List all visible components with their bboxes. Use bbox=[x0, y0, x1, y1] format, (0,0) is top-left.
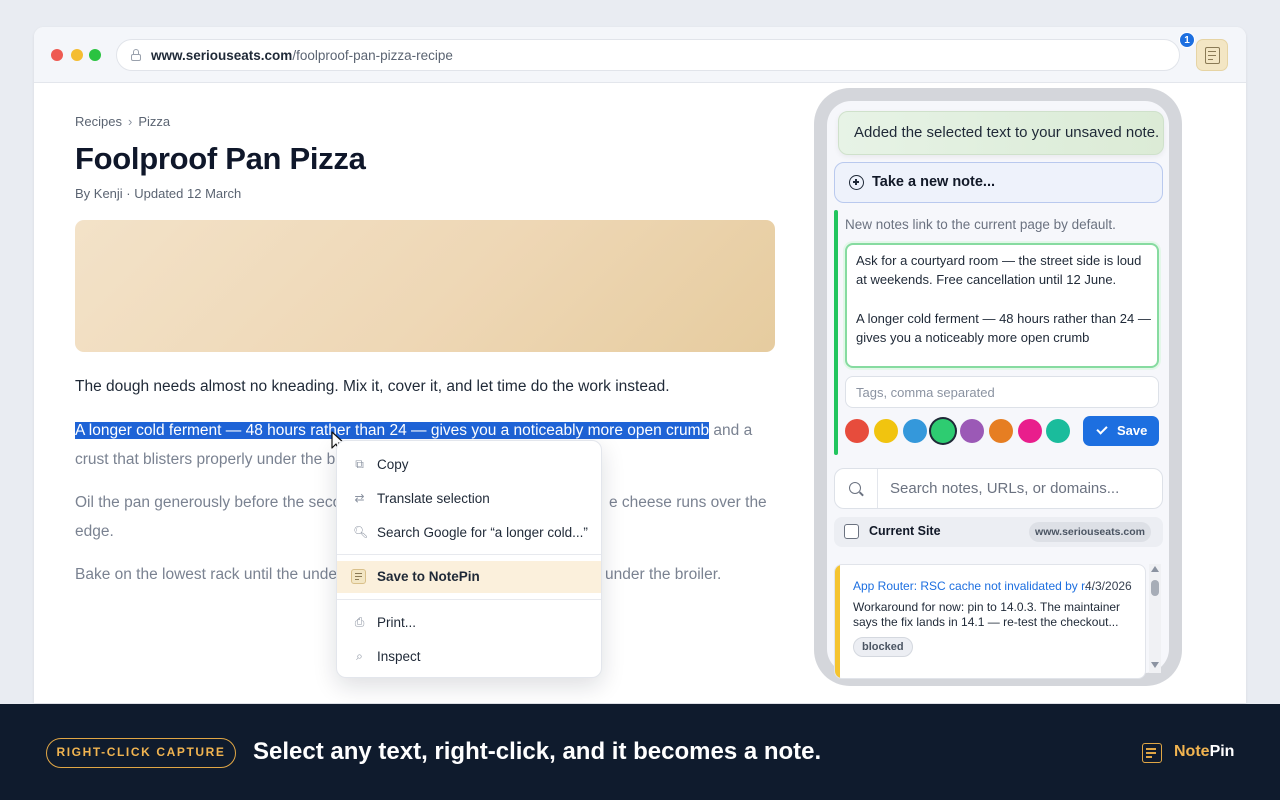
note-accent-bar bbox=[834, 210, 838, 455]
take-new-note-button[interactable]: Take a new note... bbox=[834, 162, 1163, 203]
feature-chip: RIGHT-CLICK CAPTURE bbox=[46, 738, 236, 768]
notepin-icon bbox=[1205, 47, 1220, 64]
notepin-extension-button[interactable] bbox=[1196, 39, 1228, 71]
url-path: /foolproof-pan-pizza-recipe bbox=[292, 48, 453, 63]
page-title: Foolproof Pan Pizza bbox=[75, 141, 366, 176]
popup-scrollbar[interactable] bbox=[1149, 564, 1161, 673]
note-card-date: 4/3/2026 bbox=[1085, 579, 1132, 593]
scroll-up-icon[interactable] bbox=[1151, 566, 1159, 572]
scroll-thumb[interactable] bbox=[1151, 580, 1159, 596]
search-icon: 🔍︎ bbox=[353, 525, 369, 539]
plus-circle-icon bbox=[849, 175, 864, 190]
paragraph-1: The dough needs almost no kneading. Mix … bbox=[75, 378, 670, 395]
context-menu: ⧉ Copy ⇄ Translate selection 🔍︎ Search G… bbox=[336, 440, 602, 678]
breadcrumb-recipes[interactable]: Recipes bbox=[75, 114, 122, 129]
inspect-icon: ⌕ bbox=[356, 649, 363, 663]
color-swatch-teal[interactable] bbox=[1046, 419, 1070, 443]
save-button[interactable]: Save bbox=[1083, 416, 1159, 446]
color-swatch-pink[interactable] bbox=[1018, 419, 1042, 443]
toast-message: Added the selected text to your unsaved … bbox=[838, 111, 1164, 155]
note-card-accent bbox=[835, 565, 840, 678]
byline: By Kenji · Updated 12 March bbox=[75, 186, 242, 201]
notepin-icon bbox=[351, 569, 366, 584]
current-site-checkbox[interactable] bbox=[844, 524, 859, 539]
color-swatch-blue[interactable] bbox=[903, 419, 927, 443]
note-hint: New notes link to the current page by de… bbox=[845, 217, 1116, 232]
browser-toolbar: www.seriouseats.com/foolproof-pan-pizza-… bbox=[34, 27, 1246, 83]
color-swatch-red[interactable] bbox=[845, 419, 869, 443]
breadcrumb-pizza[interactable]: Pizza bbox=[138, 114, 170, 129]
notepin-logo-icon bbox=[1142, 743, 1162, 763]
breadcrumb-separator: › bbox=[127, 114, 133, 129]
note-card-body: Workaround for now: pin to 14.0.3. The m… bbox=[853, 600, 1121, 614]
menu-item-translate[interactable]: ⇄ Translate selection bbox=[337, 483, 601, 515]
notes-search[interactable]: Search notes, URLs, or domains... bbox=[834, 468, 1163, 509]
note-card-title[interactable]: App Router: RSC cache not invalidated by… bbox=[853, 579, 1094, 593]
menu-item-copy[interactable]: ⧉ Copy bbox=[337, 449, 601, 481]
menu-item-inspect[interactable]: ⌕ Inspect bbox=[337, 641, 601, 673]
note-card-tag[interactable]: blocked bbox=[853, 637, 913, 657]
note-card-body: says the fix lands in 14.1 — re-test the… bbox=[853, 615, 1119, 629]
print-icon: ⎙ bbox=[354, 615, 365, 629]
color-swatch-purple[interactable] bbox=[960, 419, 984, 443]
translate-icon: ⇄ bbox=[354, 491, 365, 505]
hero-image bbox=[75, 220, 775, 352]
menu-item-print[interactable]: ⎙ Print... bbox=[337, 607, 601, 639]
note-textarea[interactable]: Ask for a courtyard room — the street si… bbox=[845, 243, 1159, 368]
notepin-badge: 1 bbox=[1179, 32, 1195, 48]
current-site-filter: Current Site www.seriouseats.com bbox=[834, 517, 1163, 547]
menu-divider bbox=[337, 599, 601, 600]
close-window-button[interactable] bbox=[51, 49, 63, 61]
url-domain: www.seriouseats.com bbox=[151, 48, 293, 63]
search-input[interactable]: Search notes, URLs, or domains... bbox=[890, 480, 1119, 497]
note-card[interactable]: App Router: RSC cache not invalidated by… bbox=[834, 564, 1146, 679]
check-icon bbox=[1096, 423, 1108, 435]
search-icon bbox=[849, 482, 861, 494]
scroll-down-icon[interactable] bbox=[1151, 662, 1159, 668]
menu-item-search-google[interactable]: 🔍︎ Search Google for “a longer cold...” bbox=[337, 517, 601, 549]
minimize-window-button[interactable] bbox=[71, 49, 83, 61]
copy-icon: ⧉ bbox=[355, 457, 364, 471]
breadcrumb: Recipes › Pizza bbox=[75, 114, 170, 129]
menu-item-save-to-notepin[interactable]: Save to NotePin bbox=[337, 561, 601, 593]
url-text: www.seriouseats.com/foolproof-pan-pizza-… bbox=[151, 48, 453, 63]
tags-input[interactable]: Tags, comma separated bbox=[845, 376, 1159, 408]
current-site-domain: www.seriouseats.com bbox=[1029, 522, 1151, 542]
selected-text[interactable]: A longer cold ferment — 48 hours rather … bbox=[75, 422, 710, 439]
menu-divider bbox=[337, 554, 601, 555]
maximize-window-button[interactable] bbox=[89, 49, 101, 61]
color-swatch-green[interactable] bbox=[931, 419, 955, 443]
lock-icon bbox=[131, 49, 141, 61]
address-bar[interactable]: www.seriouseats.com/foolproof-pan-pizza-… bbox=[116, 39, 1180, 71]
tagline: Select any text, right-click, and it bec… bbox=[253, 738, 822, 765]
color-swatch-orange[interactable] bbox=[989, 419, 1013, 443]
color-swatch-yellow[interactable] bbox=[874, 419, 898, 443]
brand-logo: NotePin bbox=[1142, 742, 1242, 766]
